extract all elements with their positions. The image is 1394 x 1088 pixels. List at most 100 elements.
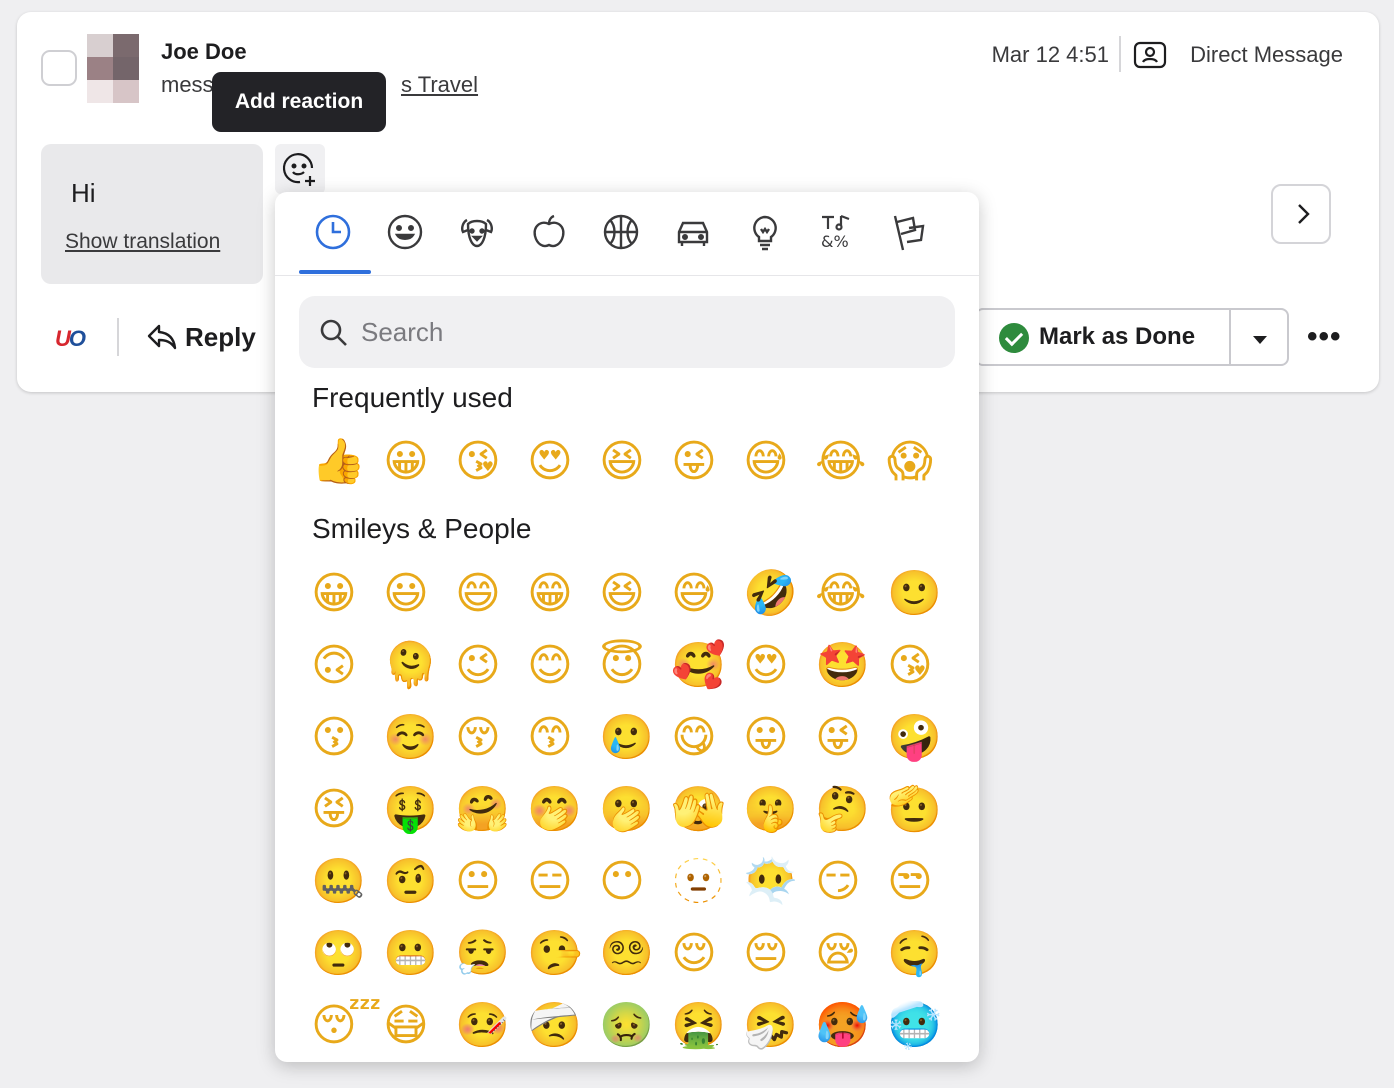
emoji[interactable]: 😬 [383, 924, 455, 984]
emoji[interactable]: 🤥 [527, 924, 599, 984]
emoji[interactable]: 😄 [455, 564, 527, 624]
emoji-row-smileys-2: 😗 ☺️ 😚 😙 🥲 😋 😛 😜 🤪 [311, 708, 959, 768]
emoji[interactable]: 😆 [599, 432, 671, 492]
divider [117, 318, 119, 356]
emoji[interactable]: 🤢 [599, 996, 671, 1056]
emoji[interactable]: 😂 [815, 564, 887, 624]
emoji[interactable]: 🥶 [887, 996, 959, 1056]
emoji[interactable]: 🤪 [887, 708, 959, 768]
emoji[interactable]: 🤫 [743, 780, 815, 840]
category-smileys-tab[interactable] [385, 212, 429, 256]
emoji-row-smileys-6: 😴 😷 🤒 🤕 🤢 🤮 🤧 🥵 🥶 [311, 996, 959, 1056]
emoji[interactable]: 🥵 [815, 996, 887, 1056]
emoji[interactable]: 🙃 [311, 636, 383, 696]
emoji[interactable]: 😒 [887, 852, 959, 912]
emoji[interactable]: 😱 [887, 432, 959, 492]
emoji[interactable]: 🤩 [815, 636, 887, 696]
emoji[interactable]: 😜 [671, 432, 743, 492]
category-animals-tab[interactable] [457, 212, 501, 256]
emoji[interactable]: 😀 [383, 432, 455, 492]
next-button[interactable] [1271, 184, 1331, 244]
emoji[interactable]: 🥲 [599, 708, 671, 768]
emoji[interactable]: 🤧 [743, 996, 815, 1056]
emoji-search-input[interactable] [361, 310, 931, 354]
emoji[interactable]: 🫥 [671, 852, 743, 912]
emoji[interactable]: 🫠 [383, 636, 455, 696]
emoji[interactable]: 🤣 [743, 564, 815, 624]
emoji[interactable]: 🥰 [671, 636, 743, 696]
emoji[interactable]: 😝 [311, 780, 383, 840]
emoji[interactable]: 😔 [743, 924, 815, 984]
subject-link[interactable]: s Travel [401, 72, 478, 98]
add-reaction-button[interactable] [275, 144, 325, 194]
emoji[interactable]: 🤒 [455, 996, 527, 1056]
category-recent-tab[interactable] [313, 212, 357, 256]
emoji[interactable]: 🤔 [815, 780, 887, 840]
emoji[interactable]: 🙂 [887, 564, 959, 624]
emoji[interactable]: 🤨 [383, 852, 455, 912]
category-flags-tab[interactable] [889, 212, 933, 256]
emoji[interactable]: 😗 [311, 708, 383, 768]
emoji[interactable]: 😅 [743, 432, 815, 492]
emoji[interactable]: 😊 [527, 636, 599, 696]
emoji[interactable]: 🫣 [671, 780, 743, 840]
show-translation-link[interactable]: Show translation [65, 230, 220, 254]
emoji[interactable]: 👍 [311, 432, 383, 492]
emoji[interactable]: 😍 [743, 636, 815, 696]
emoji[interactable]: 😋 [671, 708, 743, 768]
emoji[interactable]: 😴 [311, 996, 383, 1056]
message-bubble: Hi Show translation [41, 144, 263, 284]
emoji[interactable]: 🤑 [383, 780, 455, 840]
emoji[interactable]: 😐 [455, 852, 527, 912]
emoji[interactable]: 🤤 [887, 924, 959, 984]
emoji[interactable]: 🙄 [311, 924, 383, 984]
emoji[interactable]: 😪 [815, 924, 887, 984]
emoji[interactable]: 😅 [671, 564, 743, 624]
emoji[interactable]: 😛 [743, 708, 815, 768]
emoji[interactable]: ☺️ [383, 708, 455, 768]
category-activity-tab[interactable] [601, 212, 645, 256]
more-options-button[interactable]: ••• [1307, 320, 1342, 354]
category-travel-tab[interactable] [673, 212, 717, 256]
emoji[interactable]: 😮‍💨 [455, 924, 527, 984]
emoji[interactable]: 😀 [311, 564, 383, 624]
emoji[interactable]: 🤗 [455, 780, 527, 840]
subject-start: mess [161, 72, 214, 97]
active-category-indicator [299, 270, 371, 274]
mark-as-done-button[interactable]: Mark as Done [975, 308, 1230, 366]
emoji[interactable]: 😃 [383, 564, 455, 624]
category-symbols-tab[interactable]: &% [817, 212, 861, 256]
emoji[interactable]: 😆 [599, 564, 671, 624]
emoji[interactable]: 😜 [815, 708, 887, 768]
emoji[interactable]: 😵‍💫 [599, 924, 671, 984]
reply-label: Reply [185, 322, 256, 352]
emoji[interactable]: 🤐 [311, 852, 383, 912]
emoji[interactable]: 😘 [455, 432, 527, 492]
emoji[interactable]: 🤕 [527, 996, 599, 1056]
emoji[interactable]: 🫢 [599, 780, 671, 840]
emoji[interactable]: 😑 [527, 852, 599, 912]
emoji[interactable]: 😇 [599, 636, 671, 696]
emoji[interactable]: 🫡 [887, 780, 959, 840]
emoji[interactable]: 😏 [815, 852, 887, 912]
category-objects-tab[interactable] [745, 212, 789, 256]
emoji[interactable]: 😙 [527, 708, 599, 768]
emoji[interactable]: 😌 [671, 924, 743, 984]
emoji-search[interactable] [299, 296, 955, 368]
category-food-tab[interactable] [529, 212, 573, 256]
emoji[interactable]: 🤭 [527, 780, 599, 840]
emoji[interactable]: 😘 [887, 636, 959, 696]
mark-as-done-dropdown[interactable] [1229, 308, 1289, 366]
emoji[interactable]: 😍 [527, 432, 599, 492]
reply-button[interactable]: Reply [147, 322, 256, 353]
emoji[interactable]: 😷 [383, 996, 455, 1056]
emoji[interactable]: 😁 [527, 564, 599, 624]
emoji[interactable]: 😶 [599, 852, 671, 912]
message-subject[interactable]: mess s Travel [161, 72, 478, 98]
emoji[interactable]: 😶‍🌫️ [743, 852, 815, 912]
emoji[interactable]: 😉 [455, 636, 527, 696]
select-checkbox[interactable] [41, 50, 77, 86]
emoji[interactable]: 🤮 [671, 996, 743, 1056]
emoji[interactable]: 😚 [455, 708, 527, 768]
emoji[interactable]: 😂 [815, 432, 887, 492]
